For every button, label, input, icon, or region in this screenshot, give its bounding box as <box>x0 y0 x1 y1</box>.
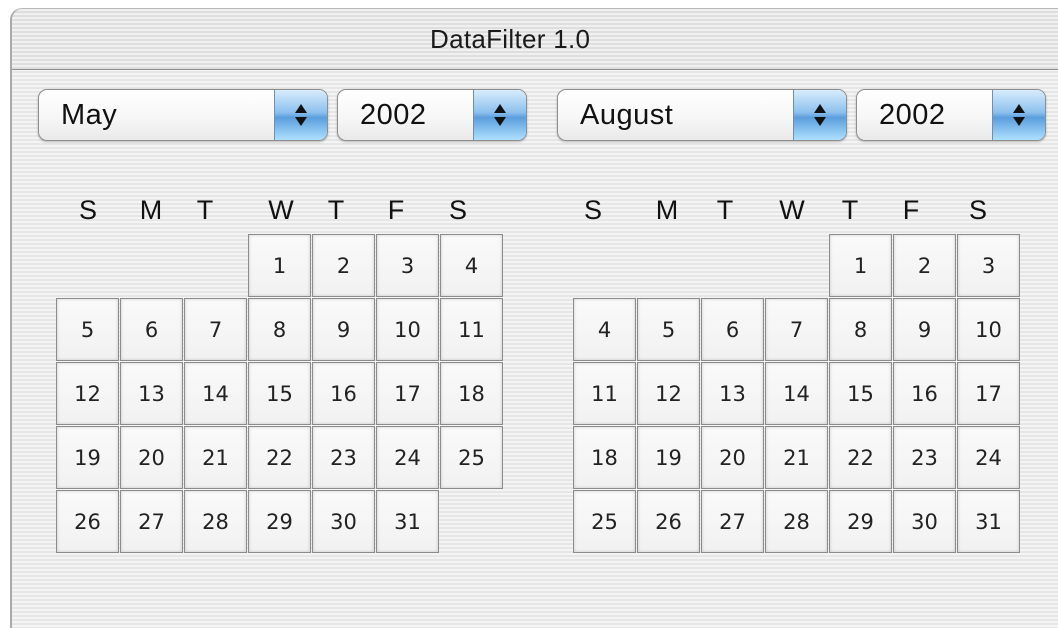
updown-arrows-icon <box>793 90 846 140</box>
day-cell[interactable]: 25 <box>440 426 503 489</box>
day-cell[interactable]: 2 <box>893 234 956 297</box>
day-cell[interactable]: 23 <box>312 426 375 489</box>
day-cell[interactable]: 6 <box>701 298 764 361</box>
day-cell[interactable]: 29 <box>829 490 892 553</box>
updown-arrows-icon <box>992 90 1045 140</box>
title-bar[interactable]: DataFilter 1.0 <box>12 9 1058 70</box>
day-cell[interactable]: 6 <box>120 298 183 361</box>
year-popup-left-value: 2002 <box>360 99 427 131</box>
day-cell[interactable]: 12 <box>637 362 700 425</box>
weekday-header: T <box>841 195 859 225</box>
day-cell[interactable]: 27 <box>120 490 183 553</box>
year-popup-right[interactable]: 2002 <box>856 89 1046 141</box>
day-cell[interactable]: 17 <box>376 362 439 425</box>
day-cell[interactable]: 19 <box>56 426 119 489</box>
day-cell[interactable]: 24 <box>957 426 1020 489</box>
day-cell[interactable]: 5 <box>637 298 700 361</box>
weekday-header: S <box>448 195 467 225</box>
day-cell[interactable]: 28 <box>184 490 247 553</box>
day-cell[interactable]: 11 <box>573 362 636 425</box>
day-cell[interactable]: 23 <box>893 426 956 489</box>
day-cell[interactable]: 31 <box>376 490 439 553</box>
day-cell[interactable]: 9 <box>893 298 956 361</box>
day-cell[interactable]: 10 <box>957 298 1020 361</box>
day-cell[interactable]: 28 <box>765 490 828 553</box>
day-cell[interactable]: 16 <box>312 362 375 425</box>
day-cell[interactable]: 8 <box>248 298 311 361</box>
day-cell[interactable]: 27 <box>701 490 764 553</box>
day-cell[interactable]: 13 <box>701 362 764 425</box>
weekday-header: W <box>779 195 805 225</box>
day-cell[interactable]: 20 <box>120 426 183 489</box>
month-popup-right[interactable]: August <box>557 89 847 141</box>
day-cell[interactable]: 30 <box>893 490 956 553</box>
day-cell[interactable]: 4 <box>440 234 503 297</box>
day-cell[interactable]: 22 <box>248 426 311 489</box>
day-cell[interactable]: 4 <box>573 298 636 361</box>
day-cell[interactable]: 25 <box>573 490 636 553</box>
day-cell[interactable]: 31 <box>957 490 1020 553</box>
month-popup-left[interactable]: May <box>38 89 328 141</box>
day-cell[interactable]: 21 <box>765 426 828 489</box>
day-cell[interactable]: 14 <box>765 362 828 425</box>
weekday-header: M <box>139 195 163 225</box>
month-popup-left-value: May <box>61 99 118 131</box>
day-cell[interactable]: 13 <box>120 362 183 425</box>
weekday-header: T <box>196 195 214 225</box>
day-cell[interactable]: 18 <box>573 426 636 489</box>
day-cell[interactable]: 12 <box>56 362 119 425</box>
day-cell[interactable]: 21 <box>184 426 247 489</box>
weekday-header: T <box>327 195 345 225</box>
weekday-header: F <box>902 195 920 225</box>
day-cell[interactable]: 11 <box>440 298 503 361</box>
day-cell[interactable]: 26 <box>56 490 119 553</box>
day-cell[interactable]: 24 <box>376 426 439 489</box>
day-cell[interactable]: 9 <box>312 298 375 361</box>
updown-arrows-icon <box>274 90 327 140</box>
window-title: DataFilter 1.0 <box>430 24 591 54</box>
weekday-header: W <box>268 195 294 225</box>
day-cell[interactable]: 10 <box>376 298 439 361</box>
day-cell[interactable]: 18 <box>440 362 503 425</box>
year-popup-right-value: 2002 <box>879 99 946 131</box>
weekday-header: M <box>655 195 679 225</box>
day-cell[interactable]: 26 <box>637 490 700 553</box>
day-cell[interactable]: 30 <box>312 490 375 553</box>
day-cell[interactable]: 15 <box>829 362 892 425</box>
year-popup-left[interactable]: 2002 <box>337 89 527 141</box>
weekday-header: S <box>968 195 987 225</box>
updown-arrows-icon <box>473 90 526 140</box>
day-cell[interactable]: 15 <box>248 362 311 425</box>
month-popup-right-value: August <box>580 99 674 131</box>
day-cell[interactable]: 3 <box>376 234 439 297</box>
day-cell[interactable]: 7 <box>765 298 828 361</box>
weekday-header: F <box>387 195 405 225</box>
day-cell[interactable]: 7 <box>184 298 247 361</box>
day-cell[interactable]: 3 <box>957 234 1020 297</box>
day-cell[interactable]: 16 <box>893 362 956 425</box>
day-cell[interactable]: 1 <box>829 234 892 297</box>
day-cell[interactable]: 17 <box>957 362 1020 425</box>
day-cell[interactable]: 8 <box>829 298 892 361</box>
weekday-header: T <box>716 195 734 225</box>
day-cell[interactable]: 14 <box>184 362 247 425</box>
day-cell[interactable]: 20 <box>701 426 764 489</box>
weekday-header: S <box>78 195 97 225</box>
day-cell[interactable]: 29 <box>248 490 311 553</box>
weekday-header: S <box>583 195 602 225</box>
day-cell[interactable]: 19 <box>637 426 700 489</box>
day-cell[interactable]: 5 <box>56 298 119 361</box>
day-cell[interactable]: 1 <box>248 234 311 297</box>
day-cell[interactable]: 2 <box>312 234 375 297</box>
day-cell[interactable]: 22 <box>829 426 892 489</box>
